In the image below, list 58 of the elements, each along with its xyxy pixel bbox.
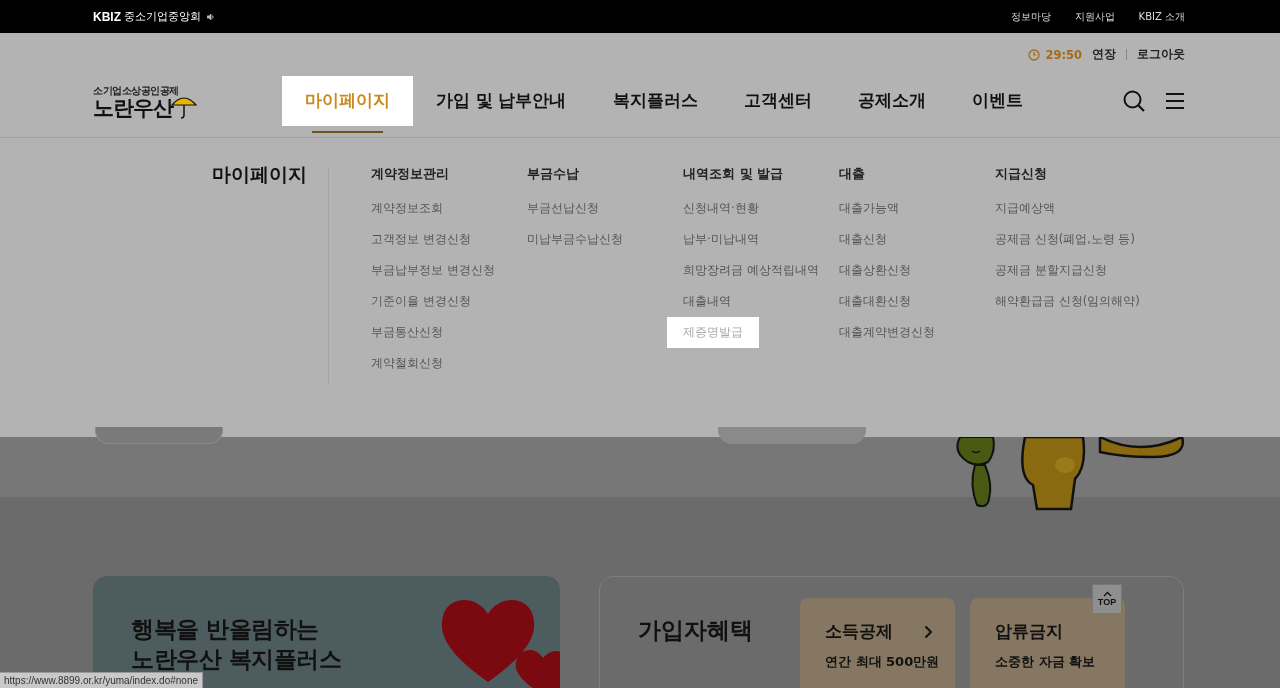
top-link[interactable]: 정보마당 [1010, 9, 1051, 24]
menu-heading: 계약정보관리 [371, 165, 450, 183]
card-subtitle: 연간 최대 500만원 [825, 653, 941, 671]
submenu-link[interactable]: 기준이율 변경신청 [355, 286, 487, 317]
nav-tab[interactable]: 가입 및 납부안내 [413, 76, 590, 133]
top-link[interactable]: KBIZ 소개 [1138, 9, 1185, 24]
submenu-link[interactable]: 지급예상액 [979, 193, 1071, 224]
caret-up-icon [1102, 591, 1112, 597]
card-subtitle: 소중한 자금 확보 [995, 653, 1097, 671]
submenu-link[interactable]: 대출내역 [667, 286, 747, 317]
top-link[interactable]: 지원사업 [1074, 9, 1115, 24]
menu-icon[interactable] [1165, 92, 1185, 110]
benefit-card[interactable]: 소득공제 연간 최대 500만원 [800, 598, 955, 688]
nav-tab[interactable]: 마이페이지 [282, 76, 413, 133]
submenu-link[interactable]: 대출신청 [823, 224, 903, 255]
nav-tab[interactable]: 공제소개 [834, 76, 949, 133]
card-title: 소득공제 [825, 620, 893, 643]
logo-subtitle: 소기업소상공인공제 [93, 83, 180, 98]
logout-link[interactable]: 로그아웃 [1137, 47, 1185, 62]
clock-icon [1028, 48, 1041, 61]
org-name[interactable]: 중소기업중앙회 [124, 9, 201, 24]
menu-title: 마이페이지 [212, 162, 308, 187]
kbiz-brand[interactable]: KBIZ [93, 9, 121, 24]
submenu-link[interactable]: 대출대환신청 [823, 286, 927, 317]
submenu-link[interactable]: 제증명발급 [667, 317, 759, 348]
extend-link[interactable]: 연장 [1092, 47, 1116, 62]
submenu-link[interactable]: 계약정보조회 [355, 193, 459, 224]
card-title: 압류금지 [995, 620, 1063, 643]
search-icon[interactable] [1123, 90, 1145, 112]
submenu-link[interactable]: 부금통산신청 [355, 317, 459, 348]
menu-heading: 지급신청 [995, 165, 1048, 183]
submenu-link[interactable]: 공제금 신청(폐업,노령 등) [979, 224, 1151, 255]
submenu-link[interactable]: 미납부금수납신청 [511, 224, 639, 255]
status-url: https://www.8899.or.kr/yuma/index.do#none [0, 672, 203, 688]
top-button[interactable]: TOP [1092, 584, 1122, 614]
submenu-link[interactable]: 대출가능액 [823, 193, 915, 224]
nav-tab[interactable]: 이벤트 [948, 76, 1046, 133]
submenu-link[interactable]: 신청내역·현황 [667, 193, 775, 224]
speaker-icon[interactable] [207, 12, 215, 21]
menu-heading: 부금수납 [527, 165, 580, 183]
submenu-link[interactable]: 계약철회신청 [355, 348, 459, 379]
submenu-link[interactable]: 부금납부정보 변경신청 [355, 255, 511, 286]
banner-title: 노란우산 복지플러스 [131, 645, 341, 674]
menu-heading: 대출 [839, 165, 866, 183]
submenu-link[interactable]: 대출계약변경신청 [823, 317, 951, 348]
banner-title: 행복을 반올림하는 [131, 615, 319, 644]
session-timer: 29:50 [1045, 47, 1082, 62]
submenu-link[interactable]: 해약환급금 신청(임의해약) [979, 286, 1156, 317]
nav-tab[interactable]: 복지플러스 [589, 76, 721, 133]
benefits-title: 가입자혜택 [638, 616, 754, 645]
submenu-link[interactable]: 부금선납신청 [511, 193, 615, 224]
logo-text[interactable]: 노란우산 [93, 97, 173, 119]
nav-tab[interactable]: 고객센터 [720, 76, 835, 133]
submenu-link[interactable]: 납부·미납내역 [667, 224, 775, 255]
submenu-link[interactable]: 공제금 분할지급신청 [979, 255, 1123, 286]
chevron-right-icon[interactable] [924, 624, 933, 639]
menu-heading: 내역조회 및 발급 [683, 165, 785, 183]
submenu-link[interactable]: 고객정보 변경신청 [355, 224, 487, 255]
